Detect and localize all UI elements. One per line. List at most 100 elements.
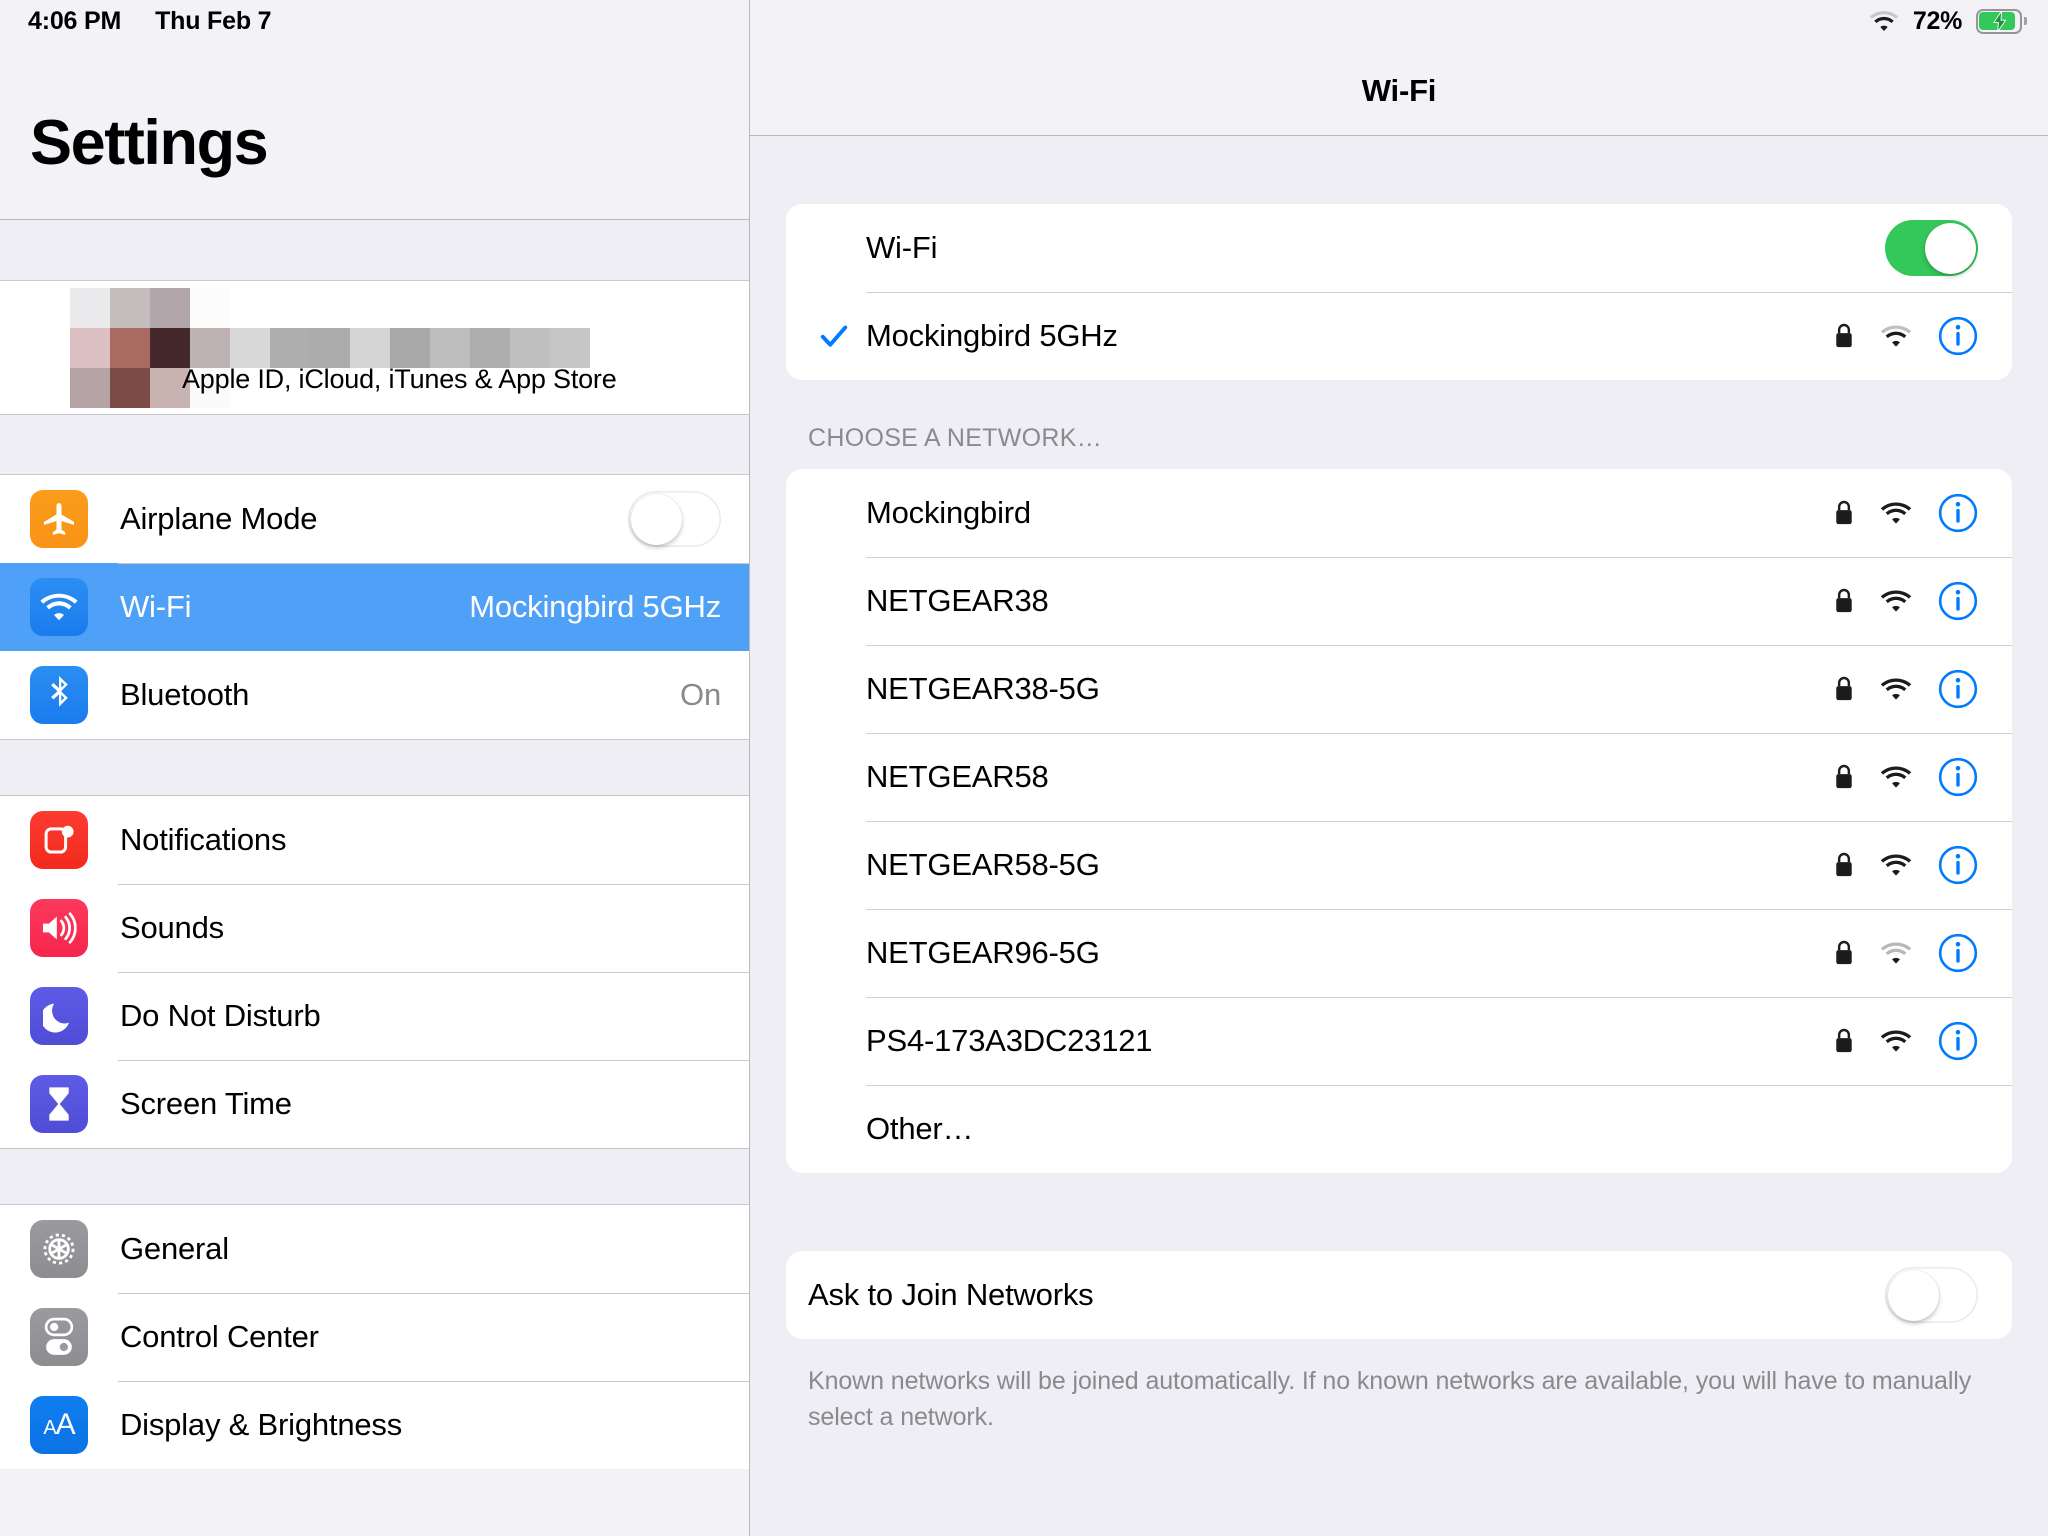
sidebar-gap-1 (0, 414, 749, 475)
sidebar-item-sounds[interactable]: Sounds (0, 884, 749, 972)
network-ssid: Other… (866, 1111, 974, 1146)
sidebar-item-label: Sounds (120, 910, 224, 945)
wifi-signal-icon (1880, 324, 1912, 348)
network-ssid: NETGEAR58 (866, 759, 1049, 794)
ask-to-join-card-wrap: Ask to Join Networks (786, 1173, 2012, 1339)
gear-icon (30, 1220, 88, 1278)
network-indicators (1834, 1021, 1978, 1061)
lock-icon (1834, 1028, 1854, 1054)
network-row[interactable]: NETGEAR38-5G (786, 645, 2012, 733)
ask-to-join-label: Ask to Join Networks (808, 1277, 1094, 1312)
sidebar-item-label: Do Not Disturb (120, 998, 321, 1033)
apple-id-account-row[interactable]: Apple ID, iCloud, iTunes & App Store (0, 281, 749, 414)
lock-icon (1834, 764, 1854, 790)
info-circle-icon[interactable] (1938, 933, 1978, 973)
network-indicators (1834, 757, 1978, 797)
info-circle-icon[interactable] (1938, 493, 1978, 533)
ask-to-join-row[interactable]: Ask to Join Networks (786, 1251, 2012, 1339)
sidebar-item-label: Bluetooth (120, 677, 250, 712)
sidebar-item-bluetooth[interactable]: Bluetooth On (0, 651, 749, 739)
sidebar-item-label: Wi-Fi (120, 589, 192, 624)
network-row-other[interactable]: Other… (786, 1085, 2012, 1173)
info-circle-icon[interactable] (1938, 316, 1978, 356)
connected-network-indicators (1834, 316, 1978, 356)
network-ssid: NETGEAR58-5G (866, 847, 1100, 882)
sidebar-item-screen-time[interactable]: Screen Time (0, 1060, 749, 1148)
detail-content: Wi-Fi Mockingbird 5GHz CHOOSE A NETWORK…… (750, 136, 2048, 1435)
network-indicators (1834, 845, 1978, 885)
wifi-signal-icon (1880, 853, 1912, 877)
sidebar-item-notifications[interactable]: Notifications (0, 796, 749, 884)
wifi-detail-pane: Wi-Fi Wi-Fi Mockingbird 5GHz CHOOSE A NE… (750, 0, 2048, 1536)
wifi-icon (30, 578, 88, 636)
wifi-toggle[interactable] (1885, 220, 1978, 276)
ipad-settings-screen: 4:06 PM Thu Feb 7 72% Settings Apple ID,… (0, 0, 2048, 1536)
sidebar-group-alerts[interactable]: Notifications Sounds Do Not Disturb Scre… (0, 796, 749, 1148)
network-row[interactable]: NETGEAR58 (786, 733, 2012, 821)
apple-id-subtitle: Apple ID, iCloud, iTunes & App Store (182, 364, 617, 394)
sidebar-item-label: Airplane Mode (120, 501, 318, 536)
airplane-icon (30, 490, 88, 548)
network-indicators (1834, 933, 1978, 973)
hourglass-icon (30, 1075, 88, 1133)
network-list-card[interactable]: Mockingbird NETGEAR38 NETGEAR38-5G NETGE… (786, 469, 2012, 1173)
lock-icon (1834, 323, 1854, 349)
network-indicators (1834, 669, 1978, 709)
wifi-signal-icon (1880, 677, 1912, 701)
ask-to-join-card: Ask to Join Networks (786, 1251, 2012, 1339)
wifi-toggle-label: Wi-Fi (866, 230, 938, 265)
wifi-status-card-wrap: Wi-Fi Mockingbird 5GHz (786, 136, 2012, 380)
sidebar-group-connectivity[interactable]: Airplane Mode Wi-Fi Mockingbird 5GHz Blu… (0, 475, 749, 739)
sidebar-item-label: General (120, 1231, 229, 1266)
sidebar-item-wifi[interactable]: Wi-Fi Mockingbird 5GHz (0, 563, 749, 651)
network-ssid: PS4-173A3DC23121 (866, 1023, 1153, 1058)
sidebar-item-value: Mockingbird 5GHz (469, 589, 721, 624)
airplane-mode-toggle[interactable] (628, 491, 721, 547)
sidebar-gap-3 (0, 1148, 749, 1205)
sidebar-item-general[interactable]: General (0, 1205, 749, 1293)
sidebar-item-airplane-mode[interactable]: Airplane Mode (0, 475, 749, 563)
wifi-signal-icon (1880, 501, 1912, 525)
sidebar-item-control-center[interactable]: Control Center (0, 1293, 749, 1381)
ask-to-join-toggle[interactable] (1885, 1267, 1978, 1323)
choose-network-header: CHOOSE A NETWORK… (808, 424, 1103, 452)
speaker-icon (30, 899, 88, 957)
network-indicators (1834, 581, 1978, 621)
lock-icon (1834, 500, 1854, 526)
text-size-icon: AA (30, 1396, 88, 1454)
page-title: Settings (30, 108, 269, 178)
wifi-signal-icon (1880, 589, 1912, 613)
sidebar-item-display-brightness[interactable]: AA Display & Brightness (0, 1381, 749, 1469)
network-ssid: NETGEAR96-5G (866, 935, 1100, 970)
detail-navbar: Wi-Fi (750, 0, 2048, 136)
network-list-card-wrap: Mockingbird NETGEAR38 NETGEAR38-5G NETGE… (786, 469, 2012, 1173)
network-row[interactable]: PS4-173A3DC23121 (786, 997, 2012, 1085)
info-circle-icon[interactable] (1938, 1021, 1978, 1061)
info-circle-icon[interactable] (1938, 757, 1978, 797)
wifi-status-card: Wi-Fi Mockingbird 5GHz (786, 204, 2012, 380)
network-row[interactable]: NETGEAR38 (786, 557, 2012, 645)
network-ssid: NETGEAR38 (866, 583, 1049, 618)
connected-network-row[interactable]: Mockingbird 5GHz (786, 292, 2012, 380)
info-circle-icon[interactable] (1938, 669, 1978, 709)
wifi-signal-icon (1880, 1029, 1912, 1053)
sidebar-group-system[interactable]: General Control Center AA Display & Brig… (0, 1205, 749, 1469)
network-row[interactable]: NETGEAR96-5G (786, 909, 2012, 997)
notifications-icon (30, 811, 88, 869)
sidebar-gap-2 (0, 739, 749, 796)
sidebar-item-label: Notifications (120, 822, 287, 857)
network-ssid: Mockingbird (866, 495, 1031, 530)
connected-network-ssid: Mockingbird 5GHz (866, 318, 1118, 353)
wifi-footer-note: Known networks will be joined automatica… (808, 1367, 1972, 1431)
network-row[interactable]: Mockingbird (786, 469, 2012, 557)
sidebar-item-do-not-disturb[interactable]: Do Not Disturb (0, 972, 749, 1060)
lock-icon (1834, 676, 1854, 702)
info-circle-icon[interactable] (1938, 581, 1978, 621)
wifi-toggle-row[interactable]: Wi-Fi (786, 204, 2012, 292)
network-row[interactable]: NETGEAR58-5G (786, 821, 2012, 909)
wifi-signal-icon (1880, 765, 1912, 789)
wifi-signal-icon (1880, 941, 1912, 965)
info-circle-icon[interactable] (1938, 845, 1978, 885)
settings-sidebar[interactable]: Settings Apple ID, iCloud, iTunes & App … (0, 0, 750, 1536)
sidebar-item-value: On (680, 677, 721, 712)
